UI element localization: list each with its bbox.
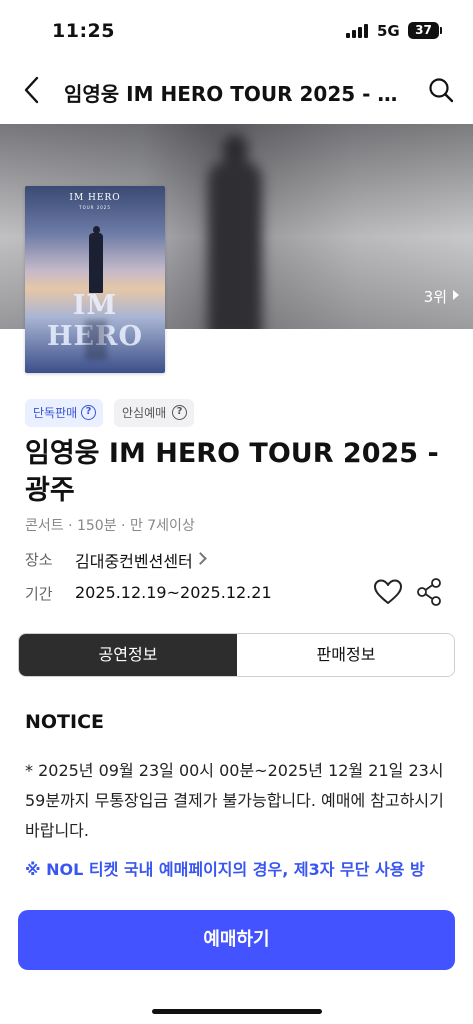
- tab-performance-info[interactable]: 공연정보: [19, 634, 237, 676]
- event-meta: 콘서트 · 150분 · 만 7세이상: [25, 518, 195, 534]
- poster-figure: [89, 226, 103, 296]
- safe-booking-badge[interactable]: 안심예매 ?: [114, 399, 194, 427]
- status-time: 11:25: [52, 20, 115, 42]
- period-value: 2025.12.19~2025.12.21: [75, 583, 272, 602]
- battery-icon: 37: [408, 22, 439, 39]
- badge-label: 단독판매: [33, 406, 78, 420]
- nav-header: 임영웅 IM HERO TOUR 2025 - 광주: [0, 62, 473, 118]
- share-button[interactable]: [414, 576, 444, 608]
- tab-sales-info[interactable]: 판매정보: [237, 634, 454, 676]
- info-tabs: 공연정보 판매정보: [18, 633, 455, 677]
- venue-link[interactable]: 김대중컨벤션센터: [75, 548, 193, 572]
- book-button[interactable]: 예매하기: [18, 910, 455, 970]
- search-button[interactable]: [427, 76, 455, 104]
- hero-silhouette: [200, 134, 270, 329]
- notice-body: * 2025년 09월 23일 00시 00분~2025년 12월 21일 23…: [25, 761, 444, 840]
- nav-title: 임영웅 IM HERO TOUR 2025 - 광주: [64, 82, 409, 106]
- notice-link[interactable]: ※ NOL 티켓 국내 예매페이지의 경우, 제3자 무단 사용 방: [25, 856, 455, 880]
- signal-icon: [346, 24, 370, 38]
- poster-tour-text: TOUR 2025: [79, 205, 111, 210]
- rank-link[interactable]: 3위: [424, 286, 447, 307]
- notice-title: NOTICE: [25, 711, 105, 733]
- event-poster[interactable]: IM HERO TOUR 2025 IM HERO: [25, 186, 165, 373]
- badge-label: 안심예매: [122, 406, 167, 420]
- chevron-left-icon: [24, 76, 39, 104]
- chevron-right-icon: [194, 552, 207, 565]
- favorite-button[interactable]: [372, 576, 404, 608]
- poster-brand: IM HERO: [69, 193, 121, 203]
- event-title: 임영웅 IM HERO TOUR 2025 - 광주: [25, 438, 439, 506]
- search-icon: [429, 78, 454, 103]
- home-indicator: [152, 1009, 322, 1014]
- battery-level: 37: [415, 23, 432, 37]
- status-bar: 11:25 5G 37: [0, 0, 473, 62]
- share-icon: [417, 578, 441, 606]
- help-icon: ?: [81, 405, 96, 420]
- back-button[interactable]: [18, 72, 48, 108]
- chevron-right-icon: [453, 290, 459, 300]
- help-icon: ?: [172, 405, 187, 420]
- battery-tip: [440, 27, 442, 34]
- exclusive-sale-badge[interactable]: 단독판매 ?: [25, 399, 103, 427]
- network-type: 5G: [377, 22, 400, 40]
- venue-label: 장소: [25, 551, 53, 569]
- heart-icon: [374, 579, 402, 604]
- period-label: 기간: [25, 585, 53, 603]
